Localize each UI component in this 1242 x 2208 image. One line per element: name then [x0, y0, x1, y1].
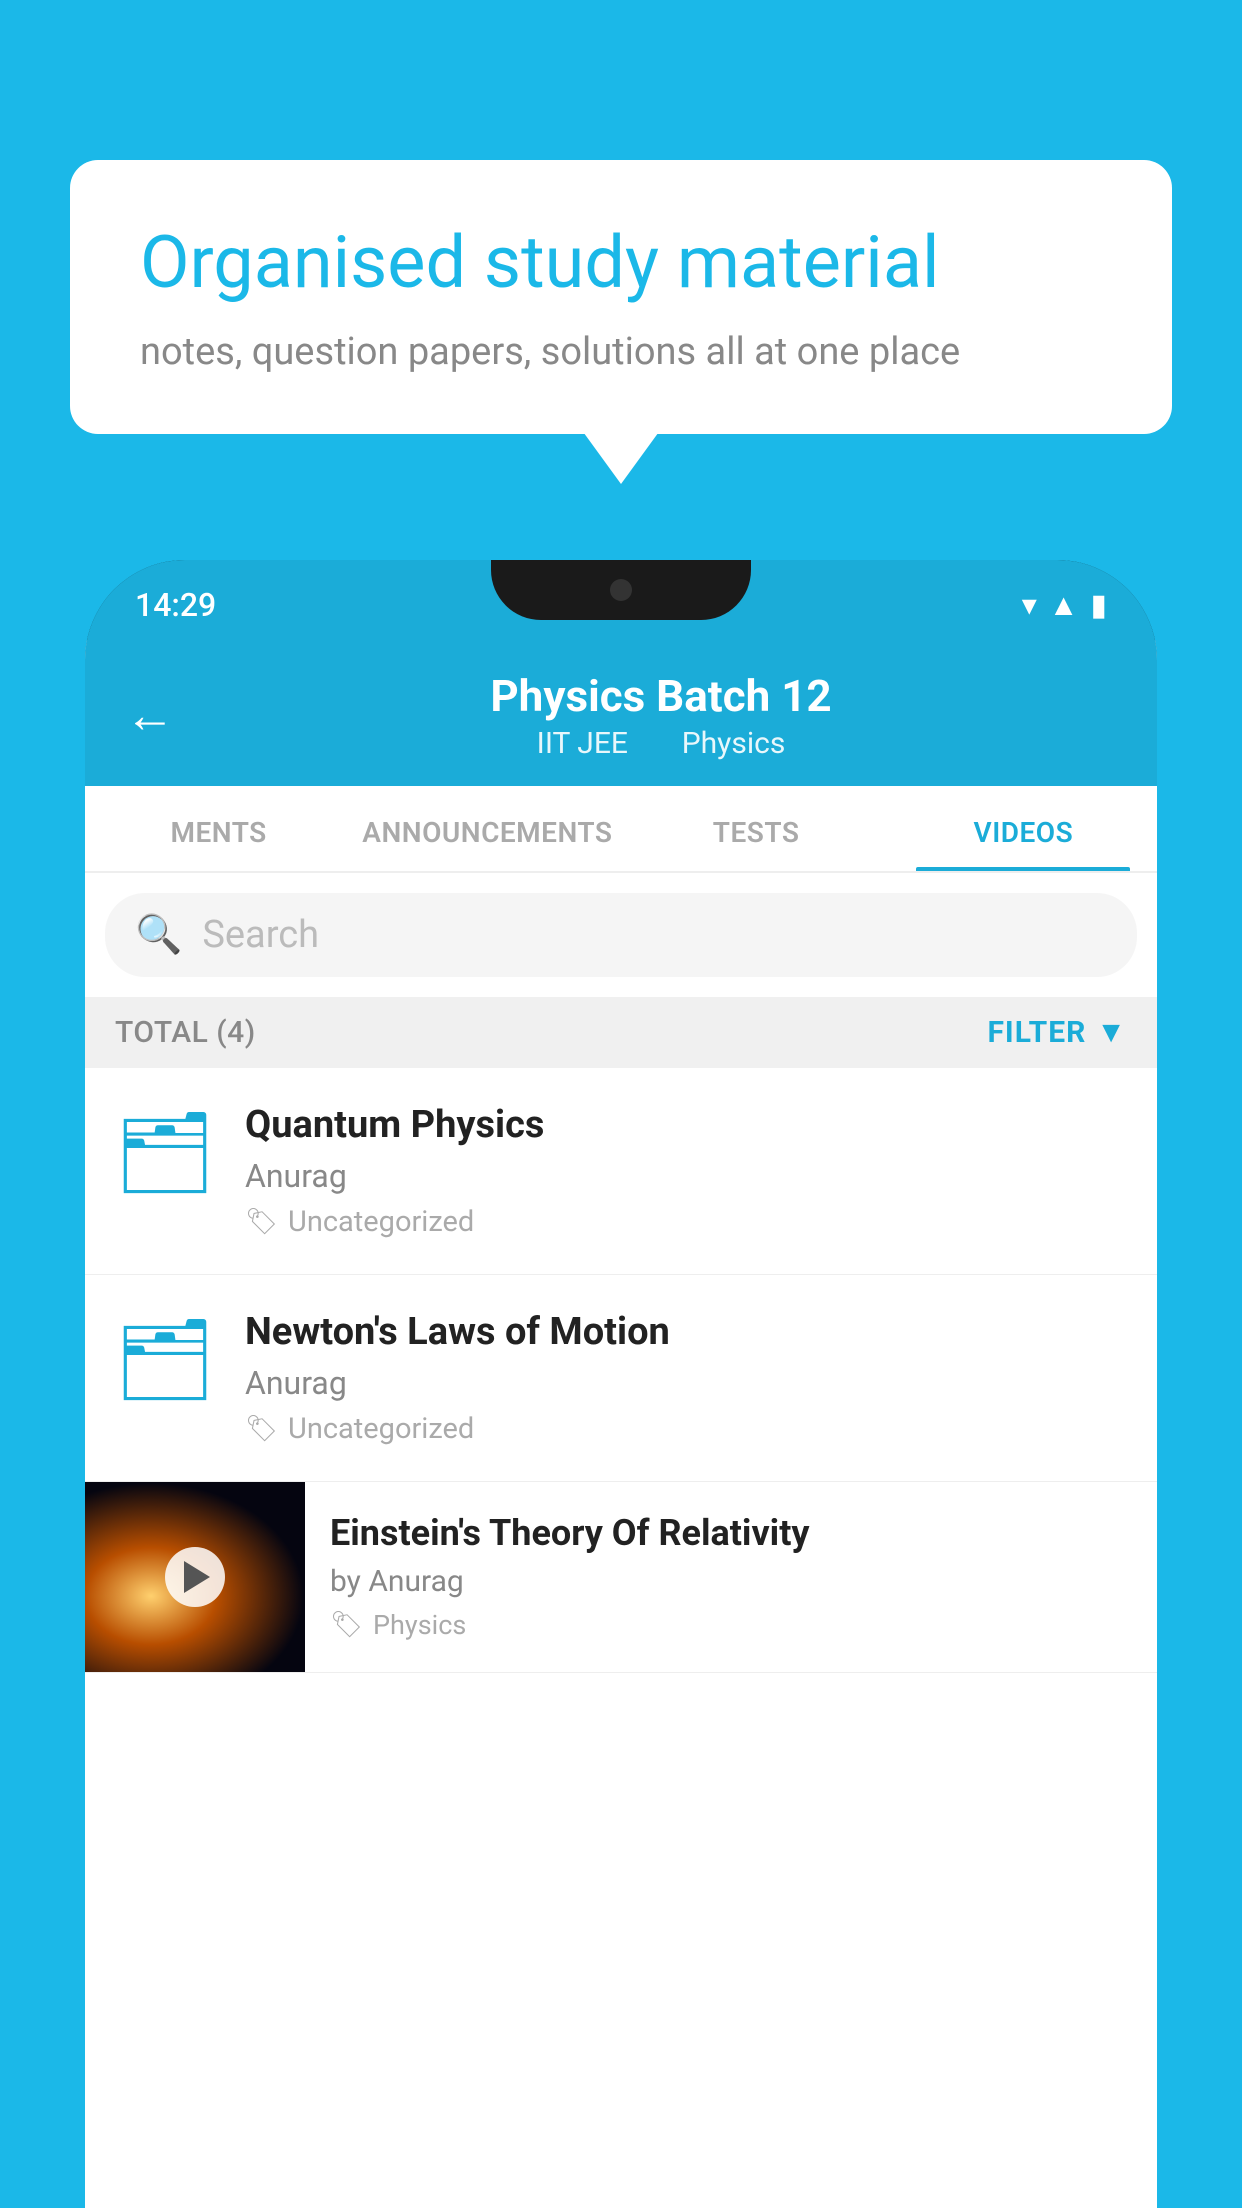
video-author-2: Anurag	[245, 1364, 1127, 1402]
tab-ments[interactable]: MENTS	[85, 786, 352, 871]
video-title-2: Newton's Laws of Motion	[245, 1310, 1127, 1354]
tag-icon-3: 🏷	[330, 1610, 363, 1640]
tabs-bar: MENTS ANNOUNCEMENTS TESTS VIDEOS	[85, 786, 1157, 873]
header-title-block: Physics Batch 12 IIT JEE Physics	[205, 670, 1117, 761]
battery-icon: ▮	[1090, 588, 1107, 623]
phone-notch	[491, 560, 751, 620]
filter-button[interactable]: FILTER ▼	[987, 1015, 1127, 1050]
wifi-icon: ▾	[1022, 588, 1037, 623]
subtitle-part1: IIT JEE	[537, 726, 628, 761]
app-content: ← Physics Batch 12 IIT JEE Physics MENTS…	[85, 640, 1157, 2208]
list-item[interactable]: 🗂 Newton's Laws of Motion Anurag 🏷 Uncat…	[85, 1275, 1157, 1482]
signal-icon: ▲	[1049, 588, 1079, 623]
video-tag-1: 🏷 Uncategorized	[245, 1205, 1127, 1239]
folder-icon: 🗂	[114, 1106, 216, 1200]
app-header: ← Physics Batch 12 IIT JEE Physics	[85, 640, 1157, 786]
total-count: TOTAL (4)	[115, 1015, 256, 1050]
search-bar[interactable]: 🔍 Search	[105, 893, 1137, 977]
tag-icon: 🏷	[245, 1207, 278, 1237]
list-item[interactable]: Einstein's Theory Of Relativity by Anura…	[85, 1482, 1157, 1673]
tab-tests[interactable]: TESTS	[622, 786, 889, 871]
status-icons: ▾ ▲ ▮	[1022, 588, 1107, 623]
search-placeholder: Search	[202, 913, 319, 957]
status-time: 14:29	[135, 586, 216, 624]
play-button[interactable]	[165, 1547, 225, 1607]
video-title-3: Einstein's Theory Of Relativity	[330, 1512, 1132, 1554]
bubble-heading: Organised study material	[140, 220, 1102, 306]
video-tag-3: 🏷 Physics	[330, 1609, 1132, 1641]
tab-announcements[interactable]: ANNOUNCEMENTS	[352, 786, 622, 871]
video-author-1: Anurag	[245, 1157, 1127, 1195]
camera	[610, 579, 632, 601]
tag-icon-2: 🏷	[245, 1414, 278, 1444]
speech-bubble: Organised study material notes, question…	[70, 160, 1172, 434]
folder-icon-wrap-2: 🗂	[115, 1310, 215, 1410]
video-thumbnail	[85, 1482, 305, 1672]
list-item[interactable]: 🗂 Quantum Physics Anurag 🏷 Uncategorized	[85, 1068, 1157, 1275]
filter-bar: TOTAL (4) FILTER ▼	[85, 997, 1157, 1068]
video-info-3: Einstein's Theory Of Relativity by Anura…	[305, 1482, 1157, 1671]
folder-icon-wrap: 🗂	[115, 1103, 215, 1203]
folder-icon-2: 🗂	[114, 1313, 216, 1407]
header-subtitle: IIT JEE Physics	[205, 726, 1117, 761]
phone-frame: 14:29 ▾ ▲ ▮ ← Physics Batch 12 IIT JEE P…	[85, 560, 1157, 2208]
video-info-2: Newton's Laws of Motion Anurag 🏷 Uncateg…	[245, 1310, 1127, 1446]
filter-icon: ▼	[1096, 1015, 1127, 1050]
video-tag-2: 🏷 Uncategorized	[245, 1412, 1127, 1446]
bubble-subtext: notes, question papers, solutions all at…	[140, 330, 1102, 374]
video-info-1: Quantum Physics Anurag 🏷 Uncategorized	[245, 1103, 1127, 1239]
tab-videos[interactable]: VIDEOS	[890, 786, 1157, 871]
search-icon: 🔍	[135, 913, 182, 957]
back-button[interactable]: ←	[125, 686, 175, 745]
header-title: Physics Batch 12	[205, 670, 1117, 722]
video-author-3: by Anurag	[330, 1564, 1132, 1599]
subtitle-part2: Physics	[682, 726, 786, 761]
video-list: 🗂 Quantum Physics Anurag 🏷 Uncategorized…	[85, 1068, 1157, 1673]
filter-label: FILTER	[987, 1015, 1086, 1050]
video-title-1: Quantum Physics	[245, 1103, 1127, 1147]
play-icon	[184, 1561, 210, 1593]
